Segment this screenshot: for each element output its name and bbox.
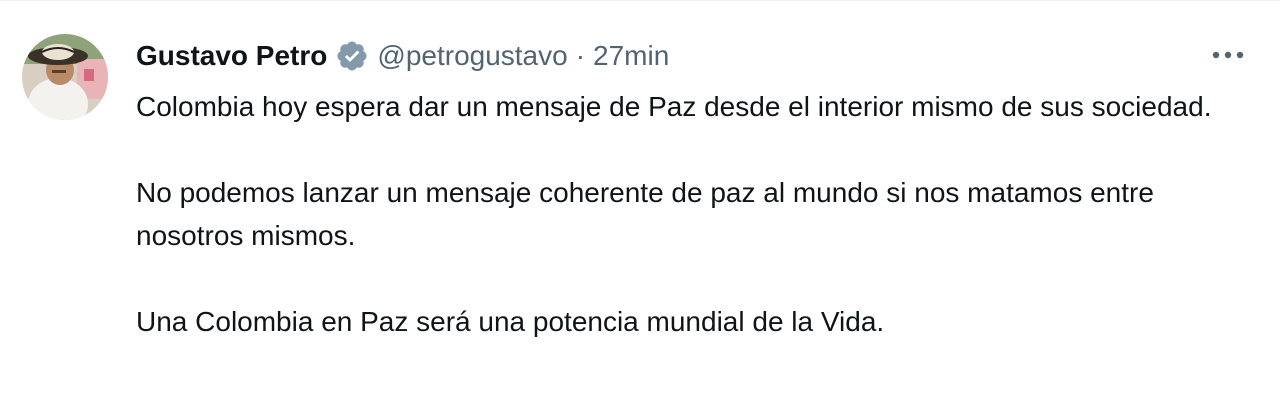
tweet-paragraph: Una Colombia en Paz será una potencia mu… (136, 306, 885, 337)
avatar-image (22, 34, 108, 120)
verified-badge-icon[interactable] (335, 39, 369, 73)
more-options-icon[interactable] (1208, 41, 1248, 69)
tweet-timestamp[interactable]: 27min (593, 40, 669, 72)
author-handle[interactable]: @petrogustavo (377, 40, 567, 72)
separator-dot: · (575, 40, 586, 71)
tweet-card[interactable]: Gustavo Petro @petrogustavo · 27min Colo… (0, 0, 1280, 400)
tweet-text: Colombia hoy espera dar un mensaje de Pa… (136, 85, 1236, 343)
tweet-header: Gustavo Petro @petrogustavo · 27min (136, 37, 669, 75)
tweet-paragraph: Colombia hoy espera dar un mensaje de Pa… (136, 91, 1212, 122)
tweet-paragraph: No podemos lanzar un mensaje coherente d… (136, 177, 1154, 251)
avatar[interactable] (22, 34, 108, 120)
author-display-name[interactable]: Gustavo Petro (136, 40, 327, 72)
